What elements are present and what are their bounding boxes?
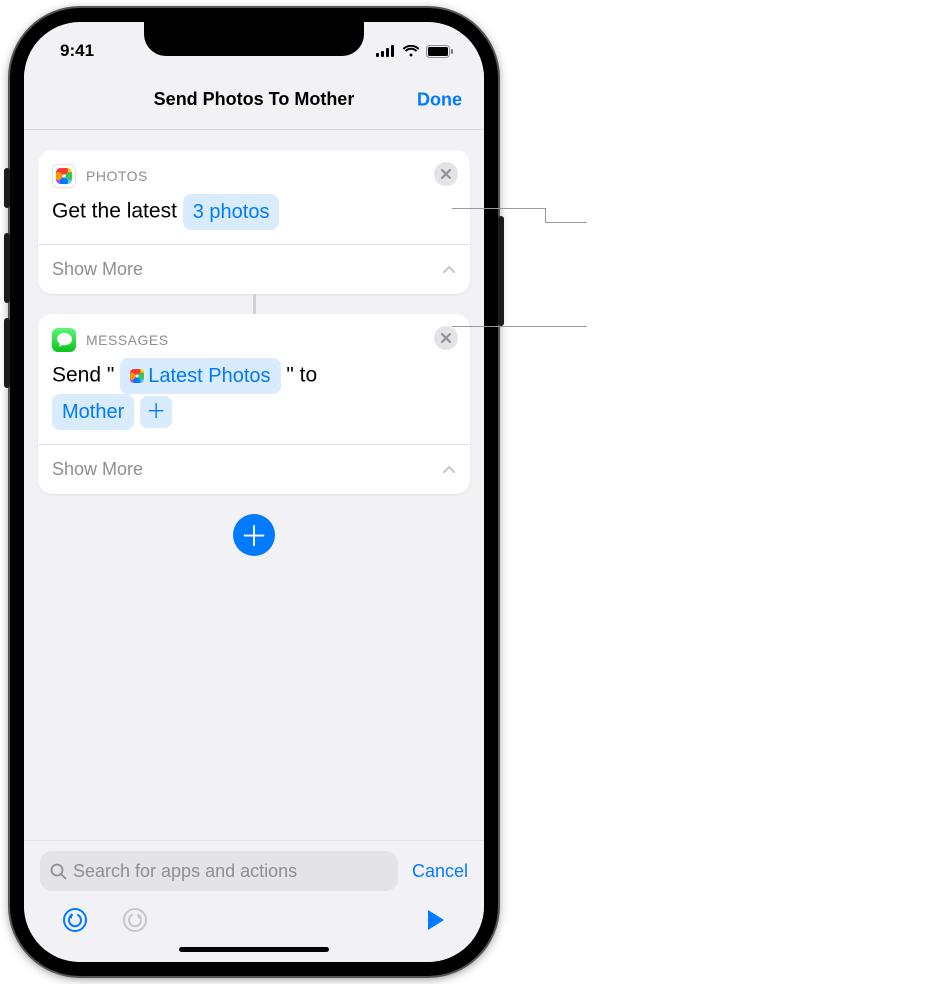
card-header: MESSAGES bbox=[38, 314, 470, 358]
search-placeholder: Search for apps and actions bbox=[73, 861, 297, 882]
action-summary: Send " Latest Photos " to Mother ＋ bbox=[38, 358, 470, 444]
action-card-messages[interactable]: MESSAGES Send " Latest Photos " to Moth bbox=[38, 314, 470, 494]
redo-button bbox=[122, 907, 148, 933]
status-right bbox=[376, 45, 454, 58]
chevron-up-icon bbox=[442, 462, 456, 478]
param-photo-count[interactable]: 3 photos bbox=[183, 194, 280, 230]
play-icon bbox=[426, 909, 446, 931]
status-time: 9:41 bbox=[60, 41, 94, 61]
callout-line-1b bbox=[545, 222, 587, 223]
battery-icon bbox=[426, 45, 454, 58]
callout-line-1 bbox=[452, 208, 546, 209]
photos-app-icon bbox=[52, 164, 76, 188]
app-label: PHOTOS bbox=[86, 168, 148, 184]
card-footer[interactable]: Show More bbox=[38, 444, 470, 494]
action-summary: Get the latest 3 photos bbox=[38, 194, 470, 244]
param-recipient[interactable]: Mother bbox=[52, 394, 134, 430]
editor-toolbar bbox=[40, 891, 468, 941]
remove-action-button[interactable] bbox=[434, 326, 458, 350]
add-recipient-button[interactable]: ＋ bbox=[140, 396, 172, 428]
action-connector bbox=[253, 294, 256, 314]
card-header: PHOTOS bbox=[38, 150, 470, 194]
page-title: Send Photos To Mother bbox=[154, 89, 355, 110]
shortcut-editor[interactable]: PHOTOS Get the latest 3 photos Show More bbox=[24, 130, 484, 840]
undo-icon bbox=[62, 907, 88, 933]
cellular-icon bbox=[376, 45, 396, 57]
show-more-button[interactable]: Show More bbox=[52, 259, 143, 280]
redo-icon bbox=[122, 907, 148, 933]
volume-up bbox=[4, 233, 10, 303]
card-footer[interactable]: Show More bbox=[38, 244, 470, 294]
close-quote: " bbox=[286, 364, 293, 387]
search-input[interactable]: Search for apps and actions bbox=[40, 851, 398, 891]
nav-bar: Send Photos To Mother Done bbox=[24, 70, 484, 130]
add-action-button[interactable]: ＋ bbox=[233, 514, 275, 556]
search-row: Search for apps and actions Cancel bbox=[40, 851, 468, 891]
screen: 9:41 Send Photos To Mother Done PHOTOS bbox=[24, 22, 484, 962]
messages-app-icon bbox=[52, 328, 76, 352]
app-label: MESSAGES bbox=[86, 332, 169, 348]
phone-frame: 9:41 Send Photos To Mother Done PHOTOS bbox=[10, 8, 498, 976]
home-indicator[interactable] bbox=[179, 947, 329, 952]
variable-label: Latest Photos bbox=[148, 360, 270, 392]
cancel-button[interactable]: Cancel bbox=[412, 861, 468, 882]
side-button bbox=[498, 216, 504, 326]
open-quote: " bbox=[107, 364, 114, 387]
notch bbox=[144, 22, 364, 56]
close-icon bbox=[441, 333, 451, 343]
mute-switch bbox=[4, 168, 10, 208]
summary-text: Get the latest bbox=[52, 200, 177, 223]
close-icon bbox=[441, 169, 451, 179]
callout-line-2 bbox=[452, 326, 587, 327]
param-variable-latest-photos[interactable]: Latest Photos bbox=[120, 358, 280, 394]
summary-to: to bbox=[300, 364, 318, 387]
bottom-panel: Search for apps and actions Cancel bbox=[24, 840, 484, 962]
summary-send: Send bbox=[52, 364, 101, 387]
run-button[interactable] bbox=[426, 909, 446, 931]
wifi-icon bbox=[402, 45, 420, 57]
search-icon bbox=[50, 863, 67, 880]
remove-action-button[interactable] bbox=[434, 162, 458, 186]
show-more-button[interactable]: Show More bbox=[52, 459, 143, 480]
photos-variable-icon bbox=[130, 369, 144, 383]
action-card-photos[interactable]: PHOTOS Get the latest 3 photos Show More bbox=[38, 150, 470, 294]
undo-button[interactable] bbox=[62, 907, 88, 933]
chevron-up-icon bbox=[442, 262, 456, 278]
volume-down bbox=[4, 318, 10, 388]
done-button[interactable]: Done bbox=[417, 89, 462, 110]
